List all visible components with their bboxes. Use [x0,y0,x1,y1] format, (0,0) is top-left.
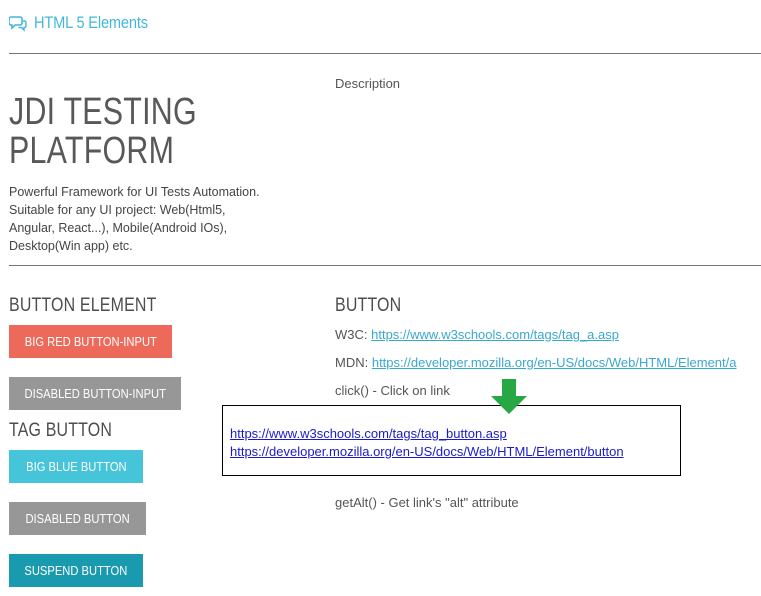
big-red-button-input[interactable]: BIG RED BUTTON-INPUT [9,325,172,358]
big-red-button-label: BIG RED BUTTON-INPUT [24,334,157,349]
click-description: click() - Click on link [335,383,450,398]
callout-mdn-button-link[interactable]: https://developer.mozilla.org/en-US/docs… [230,444,624,459]
jdi-title-line-2: PLATFORM [9,130,175,172]
jdi-subtitle: Powerful Framework for UI Tests Automati… [9,183,289,255]
mdn-label: MDN: [335,355,372,370]
jdi-subtitle-line: Suitable for any UI project: Web(Html5, [9,203,226,217]
mdn-line: MDN: https://developer.mozilla.org/en-US… [335,355,737,370]
disabled-button-input-label: DISABLED BUTTON-INPUT [24,386,166,401]
suspend-button[interactable]: SUSPEND BUTTON [9,554,143,587]
jdi-subtitle-line: Powerful Framework for UI Tests Automati… [9,185,260,199]
page-header: HTML 5 Elements [8,10,166,36]
button-section-title: BUTTON [335,295,402,316]
jdi-title: JDI TESTING PLATFORM [9,93,249,171]
comments-icon [8,14,27,32]
button-element-title: BUTTON ELEMENT [9,295,157,316]
jdi-subtitle-line: Angular, React...), Mobile(Android IOs), [9,221,228,235]
header-divider [9,53,761,54]
suspend-button-label: SUSPEND BUTTON [24,563,128,578]
section-divider [9,265,761,266]
getalt-description: getAlt() - Get link's "alt" attribute [335,495,519,510]
jdi-title-line-1: JDI TESTING [9,91,197,133]
page-header-title: HTML 5 Elements [34,13,148,32]
callout-w3c-button-link[interactable]: https://www.w3schools.com/tags/tag_butto… [230,426,507,441]
link-callout-box: https://www.w3schools.com/tags/tag_butto… [222,405,681,476]
down-arrow-icon [490,379,528,415]
w3c-link[interactable]: https://www.w3schools.com/tags/tag_a.asp [371,327,619,342]
disabled-button-label: DISABLED BUTTON [25,511,130,526]
w3c-label: W3C: [335,327,372,342]
disabled-button-input[interactable]: DISABLED BUTTON-INPUT [9,377,181,410]
w3c-line: W3C: https://www.w3schools.com/tags/tag_… [335,327,619,342]
big-blue-button[interactable]: BIG BLUE BUTTON [9,450,143,483]
tag-button-title: TAG BUTTON [9,420,113,441]
disabled-button[interactable]: DISABLED BUTTON [9,502,146,535]
big-blue-button-label: BIG BLUE BUTTON [25,459,127,474]
description-label: Description [335,76,401,91]
mdn-link[interactable]: https://developer.mozilla.org/en-US/docs… [372,355,737,370]
jdi-subtitle-line: Desktop(Win app) etc. [9,239,133,253]
